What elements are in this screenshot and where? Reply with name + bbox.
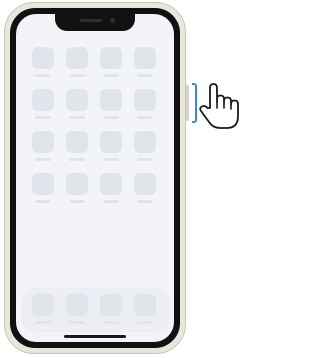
app-icon: [32, 294, 54, 316]
app-label-placeholder: [69, 74, 85, 77]
app-icon: [134, 89, 156, 111]
app-placeholder[interactable]: [134, 89, 156, 120]
app-icon: [134, 173, 156, 195]
front-camera: [110, 18, 115, 23]
app-placeholder[interactable]: [100, 89, 122, 120]
app-placeholder[interactable]: [66, 89, 88, 120]
app-label-placeholder: [103, 321, 119, 324]
app-label-placeholder: [35, 74, 51, 77]
app-icon: [32, 131, 54, 153]
app-placeholder[interactable]: [32, 89, 54, 120]
hand-pointer-icon: [199, 83, 239, 129]
app-label-placeholder: [69, 321, 85, 324]
app-label-placeholder: [69, 200, 85, 203]
app-label-placeholder: [69, 158, 85, 161]
phone-bezel: [10, 8, 180, 348]
phone-frame: [4, 2, 186, 354]
app-icon: [100, 173, 122, 195]
app-placeholder[interactable]: [134, 173, 156, 204]
app-icon: [134, 131, 156, 153]
app-label-placeholder: [137, 200, 153, 203]
app-placeholder[interactable]: [32, 47, 54, 78]
app-placeholder[interactable]: [66, 47, 88, 78]
app-icon: [32, 89, 54, 111]
app-icon: [66, 294, 88, 316]
home-indicator[interactable]: [64, 335, 126, 338]
app-icon: [66, 131, 88, 153]
app-placeholder[interactable]: [66, 173, 88, 204]
app-placeholder[interactable]: [32, 173, 54, 204]
notch: [55, 14, 135, 31]
app-icon: [134, 47, 156, 69]
app-label-placeholder: [69, 116, 85, 119]
side-button[interactable]: [186, 85, 189, 121]
app-placeholder[interactable]: [134, 47, 156, 78]
app-label-placeholder: [137, 158, 153, 161]
app-label-placeholder: [35, 200, 51, 203]
app-label-placeholder: [35, 321, 51, 324]
app-icon: [66, 173, 88, 195]
app-grid: [32, 47, 158, 204]
app-icon: [100, 131, 122, 153]
app-label-placeholder: [35, 116, 51, 119]
app-label-placeholder: [103, 116, 119, 119]
app-icon: [134, 294, 156, 316]
dock-app-placeholder[interactable]: [66, 294, 88, 325]
app-icon: [100, 47, 122, 69]
dock-app-placeholder[interactable]: [100, 294, 122, 325]
app-icon: [32, 173, 54, 195]
app-icon: [66, 47, 88, 69]
dock: [21, 288, 169, 332]
app-placeholder[interactable]: [100, 173, 122, 204]
app-label-placeholder: [137, 321, 153, 324]
app-label-placeholder: [137, 74, 153, 77]
app-placeholder[interactable]: [100, 47, 122, 78]
app-icon: [100, 294, 122, 316]
app-placeholder[interactable]: [32, 131, 54, 162]
app-placeholder[interactable]: [100, 131, 122, 162]
app-placeholder[interactable]: [134, 131, 156, 162]
dock-app-placeholder[interactable]: [32, 294, 54, 325]
app-placeholder[interactable]: [66, 131, 88, 162]
app-label-placeholder: [103, 158, 119, 161]
app-icon: [100, 89, 122, 111]
dock-app-placeholder[interactable]: [134, 294, 156, 325]
app-label-placeholder: [137, 116, 153, 119]
speaker-grille: [80, 19, 102, 22]
app-icon: [66, 89, 88, 111]
app-label-placeholder: [103, 74, 119, 77]
dock-app-row: [32, 294, 156, 325]
app-label-placeholder: [35, 158, 51, 161]
app-label-placeholder: [103, 200, 119, 203]
home-screen[interactable]: [16, 14, 174, 342]
app-icon: [32, 47, 54, 69]
